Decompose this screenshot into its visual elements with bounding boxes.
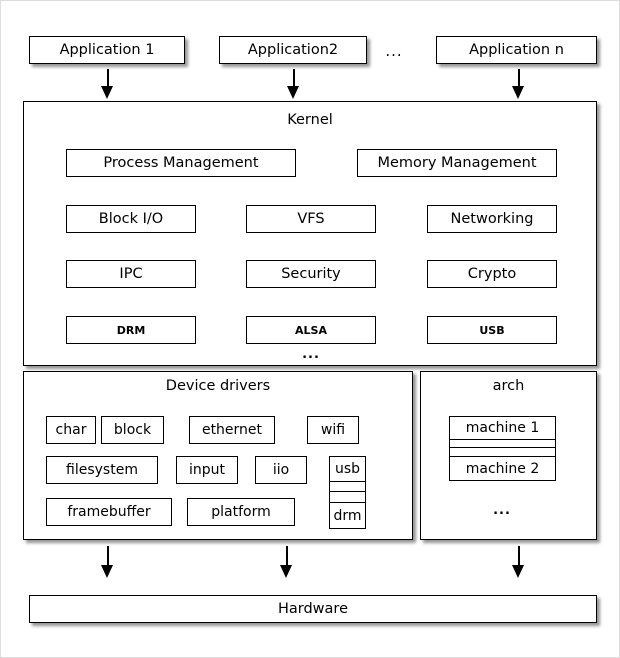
kernel-subsystem-label: IPC bbox=[119, 265, 143, 282]
driver-label: framebuffer bbox=[67, 504, 151, 520]
kernel-subsystem-vfs[interactable]: VFS bbox=[246, 205, 376, 233]
kernel-subsystem-label: VFS bbox=[297, 210, 325, 227]
kernel-subsystem-label: Crypto bbox=[467, 265, 517, 282]
application-box-3[interactable]: Application n bbox=[436, 36, 597, 64]
driver-label: block bbox=[113, 422, 152, 438]
application-box-1-label: Application 1 bbox=[59, 41, 155, 58]
driver-box-framebuffer[interactable]: framebuffer bbox=[46, 498, 172, 526]
arrow-application-2-to-kernel bbox=[287, 69, 300, 99]
arrow-device-drivers-to-hardware-right bbox=[280, 546, 293, 578]
application-box-1[interactable]: Application 1 bbox=[29, 36, 185, 64]
kernel-ellipsis: ... bbox=[302, 347, 320, 362]
application-box-3-label: Application n bbox=[469, 41, 564, 58]
driver-label: platform bbox=[211, 504, 271, 520]
kernel-subsystem-label: Process Management bbox=[103, 154, 259, 171]
driver-stack-cell-usb[interactable]: usb bbox=[330, 457, 365, 482]
arch-ellipsis: ... bbox=[493, 503, 511, 518]
driver-box-iio[interactable]: iio bbox=[255, 456, 307, 484]
kernel-subsystem-label: ALSA bbox=[295, 323, 327, 337]
arrow-arch-to-hardware bbox=[512, 546, 525, 578]
driver-box-char[interactable]: char bbox=[46, 416, 96, 444]
kernel-subsystem-crypto[interactable]: Crypto bbox=[427, 260, 557, 288]
arch-machine-1[interactable]: machine 1 bbox=[450, 417, 555, 440]
application-box-2[interactable]: Application2 bbox=[219, 36, 367, 64]
hardware-label: Hardware bbox=[277, 600, 348, 617]
kernel-subsystem-networking[interactable]: Networking bbox=[427, 205, 557, 233]
kernel-subsystem-label: Block I/O bbox=[98, 210, 164, 227]
kernel-subsystem-usb[interactable]: USB bbox=[427, 316, 557, 344]
application-box-2-label: Application2 bbox=[247, 41, 339, 58]
device-drivers-label: Device drivers bbox=[165, 378, 271, 394]
driver-stack-cell-drm[interactable]: drm bbox=[330, 503, 365, 528]
kernel-subsystem-label: Networking bbox=[450, 210, 534, 227]
driver-box-wifi[interactable]: wifi bbox=[307, 416, 359, 444]
diagram-canvas: Application 1 Application2 ... Applicati… bbox=[0, 0, 620, 658]
arch-machine-stack-spacer-1 bbox=[450, 440, 555, 448]
driver-box-filesystem[interactable]: filesystem bbox=[46, 456, 158, 484]
kernel-subsystem-security[interactable]: Security bbox=[246, 260, 376, 288]
arrow-application-n-to-kernel bbox=[512, 69, 525, 99]
driver-box-platform[interactable]: platform bbox=[187, 498, 295, 526]
driver-label: filesystem bbox=[66, 462, 138, 478]
driver-label: wifi bbox=[320, 422, 346, 438]
driver-label: ethernet bbox=[201, 422, 263, 438]
driver-stack-cell-spacer-2 bbox=[330, 492, 365, 503]
driver-box-ethernet[interactable]: ethernet bbox=[189, 416, 275, 444]
kernel-subsystem-alsa[interactable]: ALSA bbox=[246, 316, 376, 344]
arch-machine-2[interactable]: machine 2 bbox=[450, 457, 555, 480]
arch-label: arch bbox=[492, 378, 525, 394]
hardware-box[interactable]: Hardware bbox=[29, 595, 597, 623]
arch-machine-stack[interactable]: machine 1 machine 2 bbox=[449, 416, 556, 481]
driver-label: input bbox=[188, 462, 225, 478]
kernel-subsystem-ipc[interactable]: IPC bbox=[66, 260, 196, 288]
applications-ellipsis: ... bbox=[385, 42, 403, 60]
driver-box-block[interactable]: block bbox=[101, 416, 164, 444]
driver-stack-usb-drm[interactable]: usb drm bbox=[329, 456, 366, 529]
arch-machine-stack-spacer-2 bbox=[450, 448, 555, 457]
kernel-subsystem-label: Security bbox=[281, 265, 341, 282]
kernel-subsystem-drm[interactable]: DRM bbox=[66, 316, 196, 344]
kernel-subsystem-block-io[interactable]: Block I/O bbox=[66, 205, 196, 233]
arrow-application-1-to-kernel bbox=[101, 69, 114, 99]
kernel-subsystem-memory-management[interactable]: Memory Management bbox=[357, 149, 557, 177]
driver-label: iio bbox=[272, 462, 290, 478]
arrow-device-drivers-to-hardware-left bbox=[101, 546, 114, 578]
kernel-subsystem-process-management[interactable]: Process Management bbox=[66, 149, 296, 177]
kernel-subsystem-label: USB bbox=[479, 323, 505, 337]
driver-stack-cell-spacer-1 bbox=[330, 482, 365, 492]
driver-label: char bbox=[55, 422, 87, 438]
kernel-label: Kernel bbox=[287, 112, 333, 128]
kernel-subsystem-label: DRM bbox=[116, 323, 146, 337]
driver-box-input[interactable]: input bbox=[176, 456, 238, 484]
kernel-subsystem-label: Memory Management bbox=[377, 154, 537, 171]
